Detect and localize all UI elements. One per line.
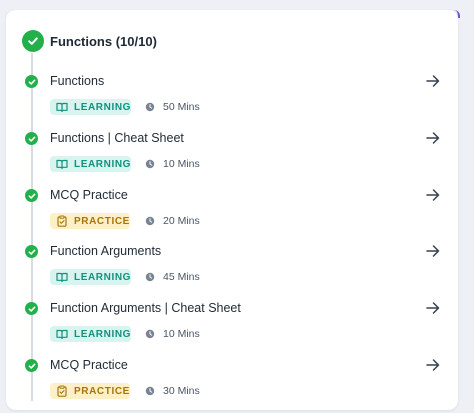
section-title: Functions (10/10) bbox=[50, 33, 157, 49]
list-item[interactable]: MCQ Practice PRACTICE 30 Mins bbox=[0, 357, 474, 413]
tag-label: PRACTICE bbox=[74, 385, 130, 397]
duration-label: 50 Mins bbox=[163, 101, 200, 113]
item-title[interactable]: Function Arguments | Cheat Sheet bbox=[50, 300, 241, 316]
check-circle-icon bbox=[25, 302, 38, 315]
practice-tag: PRACTICE bbox=[50, 213, 130, 229]
item-title[interactable]: Function Arguments bbox=[50, 243, 161, 259]
clipboard-icon bbox=[57, 215, 67, 227]
learning-tag: LEARNING bbox=[50, 99, 131, 115]
check-circle-icon bbox=[22, 30, 44, 52]
item-title[interactable]: MCQ Practice bbox=[50, 187, 128, 203]
duration-label: 10 Mins bbox=[163, 158, 200, 170]
book-icon bbox=[56, 329, 68, 340]
tag-label: LEARNING bbox=[74, 271, 132, 283]
clock-icon bbox=[145, 216, 155, 226]
book-icon bbox=[56, 102, 68, 113]
arrow-right-icon[interactable] bbox=[425, 130, 441, 146]
card-accent bbox=[454, 10, 460, 18]
clock-icon bbox=[145, 329, 155, 339]
practice-tag: PRACTICE bbox=[50, 383, 130, 399]
check-circle-icon bbox=[25, 132, 38, 145]
book-icon bbox=[56, 159, 68, 170]
item-title[interactable]: Functions | Cheat Sheet bbox=[50, 130, 184, 146]
tag-label: LEARNING bbox=[74, 328, 132, 340]
arrow-right-icon[interactable] bbox=[425, 187, 441, 203]
list-item[interactable]: Function Arguments LEARNING 45 Mins bbox=[0, 243, 474, 299]
check-circle-icon bbox=[25, 359, 38, 372]
tag-label: PRACTICE bbox=[74, 215, 130, 227]
list-item[interactable]: Functions | Cheat Sheet LEARNING 10 Mins bbox=[0, 130, 474, 186]
list-item[interactable]: Function Arguments | Cheat Sheet LEARNIN… bbox=[0, 300, 474, 356]
arrow-right-icon[interactable] bbox=[425, 357, 441, 373]
book-icon bbox=[56, 272, 68, 283]
learning-tag: LEARNING bbox=[50, 326, 131, 342]
item-title[interactable]: Functions bbox=[50, 73, 104, 89]
section-header[interactable]: Functions (10/10) bbox=[22, 29, 157, 53]
clock-icon bbox=[145, 102, 155, 112]
tag-label: LEARNING bbox=[74, 101, 132, 113]
item-title[interactable]: MCQ Practice bbox=[50, 357, 128, 373]
list-item[interactable]: Functions LEARNING 50 Mins bbox=[0, 73, 474, 129]
check-circle-icon bbox=[25, 75, 38, 88]
tag-label: LEARNING bbox=[74, 158, 132, 170]
check-circle-icon bbox=[25, 245, 38, 258]
arrow-right-icon[interactable] bbox=[425, 300, 441, 316]
clipboard-icon bbox=[57, 385, 67, 397]
duration-label: 30 Mins bbox=[163, 385, 200, 397]
learning-tag: LEARNING bbox=[50, 156, 131, 172]
clock-icon bbox=[145, 272, 155, 282]
duration-label: 20 Mins bbox=[163, 215, 200, 227]
duration-label: 10 Mins bbox=[163, 328, 200, 340]
check-circle-icon bbox=[25, 189, 38, 202]
clock-icon bbox=[145, 386, 155, 396]
arrow-right-icon[interactable] bbox=[425, 243, 441, 259]
learning-tag: LEARNING bbox=[50, 269, 131, 285]
arrow-right-icon[interactable] bbox=[425, 73, 441, 89]
list-item[interactable]: MCQ Practice PRACTICE 20 Mins bbox=[0, 187, 474, 243]
clock-icon bbox=[145, 159, 155, 169]
duration-label: 45 Mins bbox=[163, 271, 200, 283]
